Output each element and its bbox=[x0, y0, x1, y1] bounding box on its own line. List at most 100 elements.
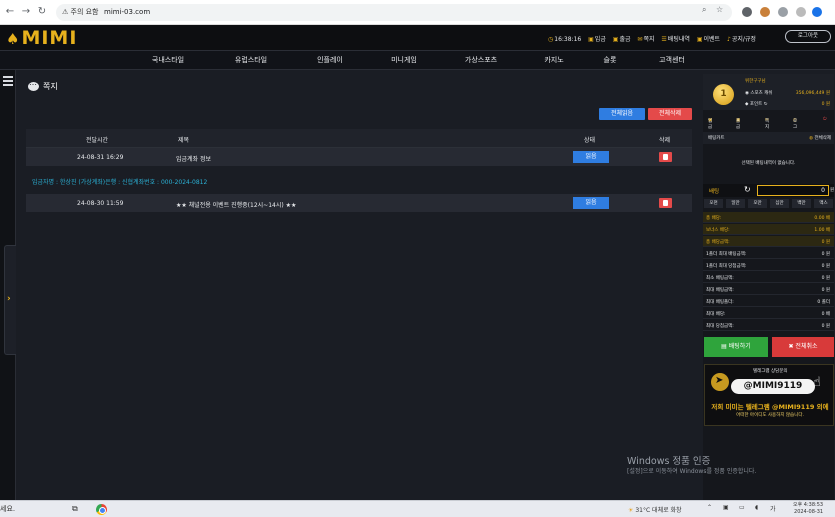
nav-item-domestic[interactable]: 국내스타일 bbox=[128, 55, 208, 65]
top-link-messages[interactable]: 쪽지 bbox=[643, 36, 654, 43]
page-title: 쪽지 bbox=[28, 78, 58, 92]
table-row[interactable]: 24-08-30 11:59 ★★ 채널전용 이벤트 진행중(12시~14시) … bbox=[26, 194, 692, 213]
profile-avatar[interactable] bbox=[812, 7, 822, 17]
col-header-delete: 삭제 bbox=[659, 137, 671, 144]
left-rail: › bbox=[0, 70, 16, 500]
delete-icon[interactable] bbox=[659, 198, 672, 208]
top-link-bet-history[interactable]: 배팅내역 bbox=[668, 36, 690, 43]
message-detail-text: 입금자명 : 한상진 (가상계좌)은행 : 신협계좌번호 : 000-2024-… bbox=[32, 179, 208, 186]
task-view-icon[interactable]: ⧉ bbox=[72, 504, 78, 514]
history-icon: ☰ bbox=[661, 36, 667, 43]
summary-row: 최대 배팅폴더: 0 폴더 bbox=[703, 296, 834, 307]
logout-button[interactable]: 로그아웃 bbox=[785, 30, 831, 43]
withdraw-icon: ▣ bbox=[612, 36, 619, 43]
betslip-title: 배팅카트 bbox=[708, 136, 725, 141]
chip-button[interactable]: 오만 bbox=[747, 198, 768, 209]
telegram-icon bbox=[711, 373, 729, 391]
summary-row: 최대 당첨금액: 0 원 bbox=[703, 320, 834, 331]
read-all-button[interactable]: 전체읽음 bbox=[599, 108, 645, 120]
place-bet-button[interactable]: ▤ 배팅하기 bbox=[704, 337, 768, 357]
summary-row: 총 배당금액: 0 원 bbox=[703, 236, 834, 247]
telegram-banner[interactable]: 텔레그램 상담문의 @MIMI9119 ☝ 저희 미미는 텔레그램 @MIMI9… bbox=[704, 364, 834, 426]
ime-icon[interactable]: 가 bbox=[770, 504, 776, 513]
chevron-right-icon: › bbox=[7, 294, 11, 304]
page-title-text: 쪽지 bbox=[43, 82, 58, 91]
tray-chevron-icon[interactable]: ⌃ bbox=[707, 504, 712, 511]
volume-icon[interactable]: ◖ bbox=[755, 504, 758, 511]
bookmark-star-icon[interactable]: ☆ bbox=[716, 5, 723, 14]
top-link-withdraw[interactable]: 출금 bbox=[619, 36, 630, 43]
chip-button[interactable]: 십만 bbox=[769, 198, 790, 209]
site-logo[interactable]: ♠MIMI bbox=[6, 27, 77, 49]
bet-sidebar: 1 위한구구님 ◉ 스포츠 캐쉬 356,096,449 원 ◆ 포인트 ↻ 0 원… bbox=[703, 74, 834, 500]
deposit-icon: ▣ bbox=[588, 36, 594, 43]
chip-button[interactable]: 맥스 bbox=[813, 198, 834, 209]
cancel-all-button[interactable]: ✖ 전체취소 bbox=[772, 337, 834, 357]
network-icon[interactable]: ▭ bbox=[739, 504, 745, 511]
top-links: ◷16:38:16 ▣입금 ▣출금 ✉쪽지 ☰배팅내역 ▣이벤트 ♪공지/규정 bbox=[548, 34, 761, 43]
delete-icon[interactable] bbox=[659, 152, 672, 162]
nav-item-virtual-sports[interactable]: 가상스포츠 bbox=[441, 55, 521, 65]
banner-line1: 텔레그램 상담문의 bbox=[753, 369, 788, 374]
logo-text: MIMI bbox=[21, 27, 78, 49]
tray-app-icon[interactable]: ▣ bbox=[723, 504, 729, 511]
clock-time: 오후 4:38:53 bbox=[793, 502, 824, 508]
chip-button[interactable]: 백만 bbox=[791, 198, 812, 209]
extensions-puzzle-icon[interactable] bbox=[778, 7, 788, 17]
refresh-icon[interactable]: ↻ bbox=[764, 102, 768, 107]
back-icon[interactable]: ← bbox=[4, 6, 16, 18]
stake-chips: 오천 일만 오만 십만 백만 맥스 bbox=[703, 198, 834, 209]
top-link-events[interactable]: 이벤트 bbox=[703, 36, 720, 43]
nav-item-minigame[interactable]: 미니게임 bbox=[364, 55, 444, 65]
summary-row: 최소 배팅금액: 0 원 bbox=[703, 272, 834, 283]
betslip-clear-link[interactable]: ◍ 전체삭제 bbox=[809, 135, 831, 141]
sports-cash-label: 스포츠 캐쉬 bbox=[750, 91, 773, 96]
message-icon: ✉ bbox=[637, 36, 643, 43]
table-row[interactable]: 24-08-31 16:29 입금계좌 정보 읽음 bbox=[26, 148, 692, 167]
stake-input[interactable]: 0 bbox=[757, 185, 829, 196]
address-bar[interactable]: ⚠ 주의 요함 mimi-03.com bbox=[56, 4, 732, 21]
taskbar-search[interactable]: 세요. bbox=[0, 504, 15, 514]
stake-row: 배팅 ↻ 0 원 bbox=[703, 184, 834, 197]
nav-item-european[interactable]: 유럽스타일 bbox=[211, 55, 291, 65]
expand-sidebar-tab[interactable]: › bbox=[4, 245, 16, 355]
chat-bubble-icon bbox=[28, 78, 39, 91]
summary-row: 1폴더 최대 배팅금액: 0 원 bbox=[703, 248, 834, 259]
sidepanel-icon[interactable] bbox=[796, 7, 806, 17]
power-icon[interactable]: ⏻ bbox=[823, 116, 827, 122]
extension-icon[interactable] bbox=[760, 7, 770, 17]
forward-icon[interactable]: → bbox=[20, 6, 32, 18]
table-header: 전달시간 제목 상태 삭제 bbox=[26, 129, 692, 148]
security-label-text: 주의 요함 bbox=[70, 8, 99, 16]
chip-button[interactable]: 오천 bbox=[703, 198, 724, 209]
col-header-status: 상태 bbox=[584, 137, 596, 144]
reload-icon[interactable]: ↻ bbox=[36, 6, 48, 18]
zoom-icon[interactable]: ⌕ bbox=[702, 5, 706, 15]
read-status-button[interactable]: 읽음 bbox=[573, 197, 609, 209]
top-link-deposit[interactable]: 입금 bbox=[595, 36, 606, 43]
taskbar-clock[interactable]: 오후 4:38:53 2024-08-31 bbox=[793, 502, 823, 516]
top-link-notice[interactable]: 공지/규정 bbox=[732, 36, 756, 43]
read-status-button[interactable]: 읽음 bbox=[573, 151, 609, 163]
user-info: 1 위한구구님 ◉ 스포츠 캐쉬 356,096,449 원 ◆ 포인트 ↻ 0 원 bbox=[703, 74, 834, 110]
weather-widget[interactable]: ☀ 31°C 대체로 화창 bbox=[628, 505, 682, 514]
clock-date: 2024-08-31 bbox=[794, 509, 824, 515]
site-header: ♠MIMI ◷16:38:16 ▣입금 ▣출금 ✉쪽지 ☰배팅내역 ▣이벤트 ♪… bbox=[0, 25, 835, 51]
security-warning-label[interactable]: ⚠ 주의 요함 bbox=[62, 7, 99, 17]
nav-item-support[interactable]: 고객센터 bbox=[632, 55, 712, 65]
summary-row: 1폴더 최대 당첨금액: 0 원 bbox=[703, 260, 834, 271]
delete-all-button[interactable]: 전체삭제 bbox=[648, 108, 692, 120]
extension-icon[interactable] bbox=[742, 7, 752, 17]
row-subject[interactable]: ★★ 채널전용 이벤트 진행중(12시~14시) ★★ bbox=[176, 200, 296, 209]
row-time: 24-08-31 16:29 bbox=[77, 154, 124, 161]
spade-icon: ♠ bbox=[6, 30, 21, 48]
pointer-hand-icon: ☝ bbox=[813, 375, 821, 390]
chip-button[interactable]: 일만 bbox=[725, 198, 746, 209]
user-actions: ▣ 입금 ▣ 출금 ✉ 쪽지 ◷ 로그 ⏻ bbox=[708, 116, 827, 130]
reset-stake-icon[interactable]: ↻ bbox=[744, 185, 751, 194]
row-subject[interactable]: 입금계좌 정보 bbox=[176, 154, 211, 163]
nav-item-inplay[interactable]: 인플레이 bbox=[290, 55, 370, 65]
menu-icon[interactable] bbox=[3, 76, 13, 88]
main-nav: 국내스타일 유럽스타일 인플레이 미니게임 가상스포츠 카지노 슬롯 고객센터 bbox=[0, 51, 835, 70]
chrome-icon[interactable] bbox=[96, 504, 107, 515]
